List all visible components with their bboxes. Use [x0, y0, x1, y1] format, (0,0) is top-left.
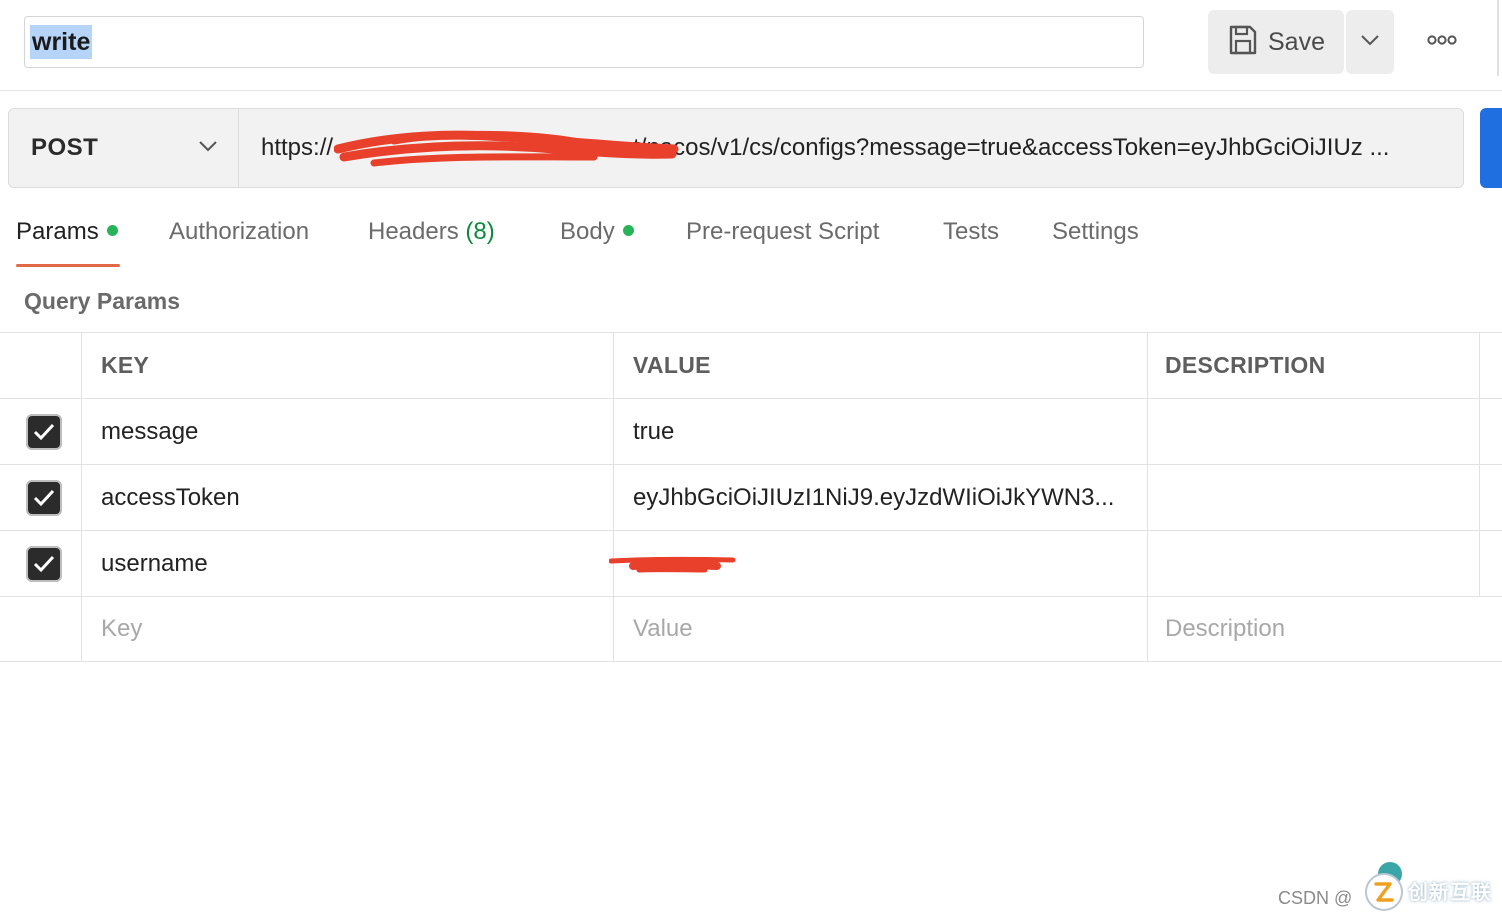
column-resize-tail — [1479, 333, 1502, 398]
url-input[interactable]: https:// .net/nacos/v1/cs/configs?messag… — [239, 109, 1463, 187]
status-dot — [622, 225, 634, 237]
chevron-down-icon — [1360, 33, 1380, 51]
param-key: message — [101, 417, 199, 445]
row-tail — [1479, 465, 1502, 530]
param-value-cell[interactable]: true — [613, 399, 1147, 464]
table-row: accessToken eyJhbGciOiJIUzI1NiJ9.eyJzdWI… — [0, 464, 1502, 530]
request-bar: POST https:// .net/nacos/v1/cs/configs?m… — [8, 108, 1464, 188]
param-checkbox[interactable] — [26, 413, 62, 450]
active-tab-indicator — [16, 264, 120, 267]
table-row: message true — [0, 398, 1502, 464]
tab-settings[interactable]: Settings — [1052, 218, 1139, 246]
param-value-cell[interactable]: eyJhbGciOiJIUzI1NiJ9.eyJzdWIiOiJkYWN3... — [613, 465, 1147, 530]
tab-label: Pre-request Script — [686, 218, 880, 245]
watermark-brand: 创新互联 — [1408, 882, 1492, 904]
row-check-cell — [0, 465, 81, 530]
key-placeholder: Key — [101, 615, 143, 642]
redaction-scribble — [609, 556, 736, 573]
row-tail — [1479, 531, 1502, 596]
param-description-cell[interactable] — [1147, 531, 1479, 596]
param-description-cell[interactable] — [1147, 399, 1479, 464]
redaction-scribble — [334, 130, 679, 167]
save-button[interactable]: Save — [1208, 10, 1344, 74]
tab-params[interactable]: Params — [16, 218, 118, 246]
param-description-cell[interactable] — [1147, 465, 1479, 530]
header-divider — [0, 90, 1502, 91]
header-check-cell — [0, 333, 81, 398]
save-options-dropdown[interactable] — [1346, 10, 1394, 74]
checkmark-icon — [33, 423, 55, 440]
param-value: eyJhbGciOiJIUzI1NiJ9.eyJzdWIiOiJkYWN3... — [633, 483, 1115, 511]
checkmark-icon — [33, 489, 55, 506]
column-header-key: KEY — [81, 333, 613, 398]
request-name-text: write — [30, 25, 93, 59]
table-header-row: KEY VALUE DESCRIPTION — [0, 332, 1502, 398]
postman-request-editor: write Save POST https:// .net/nacos/v1/c… — [0, 0, 1502, 918]
new-description-input[interactable]: Description — [1147, 597, 1479, 661]
table-row-new: Key Value Description — [0, 596, 1502, 662]
tab-label: Tests — [943, 218, 1000, 245]
checkmark-icon — [33, 555, 55, 572]
section-title: Query Params — [24, 288, 180, 314]
column-header-value: VALUE — [613, 333, 1147, 398]
row-check-cell — [0, 597, 81, 661]
brand-logo-icon — [1365, 862, 1403, 911]
method-label: POST — [31, 134, 99, 161]
param-key: username — [101, 549, 208, 577]
tab-pre-request-script[interactable]: Pre-request Script — [686, 218, 879, 246]
value-placeholder: Value — [633, 615, 693, 642]
tab-count-badge: (8) — [465, 218, 495, 245]
param-value: true — [633, 417, 675, 445]
save-icon — [1228, 24, 1258, 61]
tab-label: Body — [560, 218, 615, 245]
more-icon — [1427, 33, 1457, 51]
tab-tests[interactable]: Tests — [943, 218, 999, 246]
watermark-prefix: CSDN @ — [1278, 888, 1353, 908]
more-options-button[interactable] — [1418, 26, 1466, 58]
new-value-input[interactable]: Value — [613, 597, 1147, 661]
params-table: KEY VALUE DESCRIPTION message true acces… — [0, 332, 1502, 662]
table-row: username — [0, 530, 1502, 596]
param-key-cell[interactable]: username — [81, 531, 613, 596]
param-key-cell[interactable]: message — [81, 399, 613, 464]
request-name-field[interactable]: write — [24, 16, 1144, 68]
tab-body[interactable]: Body — [560, 218, 634, 246]
method-selector[interactable]: POST — [9, 109, 239, 187]
param-key-cell[interactable]: accessToken — [81, 465, 613, 530]
save-label: Save — [1268, 27, 1325, 56]
row-check-cell — [0, 399, 81, 464]
param-key: accessToken — [101, 483, 240, 511]
description-placeholder: Description — [1165, 615, 1286, 642]
param-checkbox[interactable] — [26, 479, 62, 516]
param-value-cell[interactable] — [609, 531, 1147, 596]
tab-label: Headers — [368, 218, 459, 245]
send-button[interactable] — [1480, 108, 1502, 188]
tab-authorization[interactable]: Authorization — [169, 218, 309, 246]
row-check-cell — [0, 531, 81, 596]
column-header-description: DESCRIPTION — [1147, 333, 1479, 398]
new-key-input[interactable]: Key — [81, 597, 613, 661]
tab-headers[interactable]: Headers (8) — [368, 218, 495, 246]
tab-label: Authorization — [169, 218, 310, 245]
tab-label: Settings — [1052, 218, 1139, 245]
status-dot — [106, 225, 118, 237]
panel-divider — [1497, 0, 1499, 76]
chevron-down-icon — [198, 139, 218, 157]
row-tail — [1479, 597, 1502, 661]
watermark: CSDN @ 创新互联 — [1278, 858, 1502, 918]
param-checkbox[interactable] — [26, 545, 62, 582]
tab-label: Params — [16, 218, 99, 245]
row-tail — [1479, 399, 1502, 464]
